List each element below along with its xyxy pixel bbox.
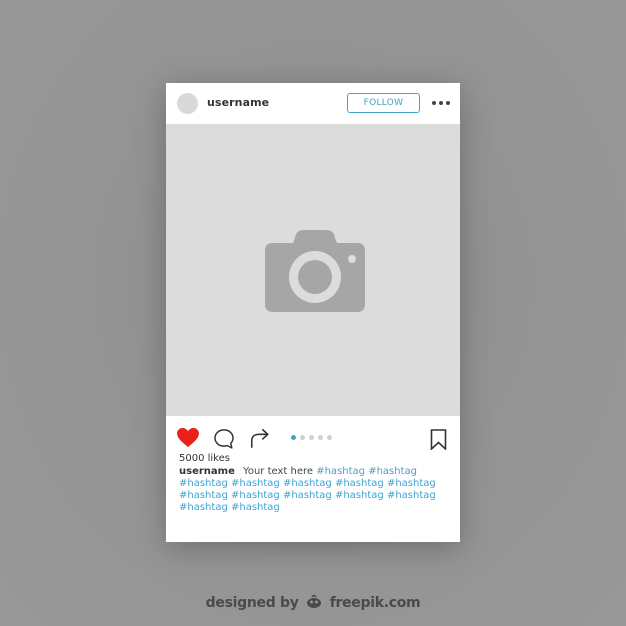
heart-filled-icon[interactable] bbox=[177, 428, 199, 448]
post-header: username FOLLOW bbox=[166, 83, 460, 124]
freepik-logo-icon bbox=[307, 594, 322, 608]
camera-icon bbox=[265, 230, 365, 312]
post-card: username FOLLOW 5000 likes username Your… bbox=[166, 83, 460, 542]
carousel-dot[interactable] bbox=[291, 435, 296, 440]
carousel-dot[interactable] bbox=[300, 435, 305, 440]
hashtag-link[interactable]: #hashtag bbox=[335, 490, 384, 501]
hashtag-link[interactable]: #hashtag bbox=[179, 490, 228, 501]
hashtag-link[interactable]: #hashtag bbox=[387, 478, 436, 489]
bookmark-icon[interactable] bbox=[430, 429, 447, 450]
more-horizontal-icon[interactable] bbox=[432, 96, 450, 110]
credit-prefix: designed by bbox=[205, 595, 299, 611]
hashtag-link[interactable]: #hashtag bbox=[283, 478, 332, 489]
hashtag-link[interactable]: #hashtag bbox=[231, 490, 280, 501]
hashtag-link[interactable]: #hashtag bbox=[231, 502, 280, 513]
credit-brand[interactable]: freepik.com bbox=[330, 595, 421, 611]
hashtag-link[interactable]: #hashtag bbox=[283, 490, 332, 501]
avatar[interactable] bbox=[177, 93, 198, 114]
hashtag-link[interactable]: #hashtag bbox=[387, 490, 436, 501]
carousel-dot[interactable] bbox=[318, 435, 323, 440]
hashtag-link[interactable]: #hashtag bbox=[368, 466, 417, 477]
carousel-indicator[interactable] bbox=[291, 435, 332, 440]
post-caption: username Your text here #hashtag #hashta… bbox=[179, 466, 449, 514]
hashtag-link[interactable]: #hashtag bbox=[231, 478, 280, 489]
comment-bubble-icon[interactable] bbox=[213, 428, 235, 450]
hashtag-link[interactable]: #hashtag bbox=[335, 478, 384, 489]
caption-username[interactable]: username bbox=[179, 466, 235, 477]
follow-button[interactable]: FOLLOW bbox=[347, 93, 420, 113]
hashtag-link[interactable]: #hashtag bbox=[316, 466, 365, 477]
post-image-placeholder[interactable] bbox=[166, 124, 460, 416]
caption-text: Your text here bbox=[243, 466, 314, 477]
action-bar bbox=[166, 416, 460, 456]
hashtag-link[interactable]: #hashtag bbox=[179, 478, 228, 489]
share-arrow-icon[interactable] bbox=[249, 427, 271, 449]
credit-footer: designed by freepik.com bbox=[0, 594, 626, 611]
carousel-dot[interactable] bbox=[327, 435, 332, 440]
post-username[interactable]: username bbox=[207, 96, 269, 109]
likes-count[interactable]: 5000 likes bbox=[179, 453, 230, 464]
carousel-dot[interactable] bbox=[309, 435, 314, 440]
hashtag-link[interactable]: #hashtag bbox=[179, 502, 228, 513]
